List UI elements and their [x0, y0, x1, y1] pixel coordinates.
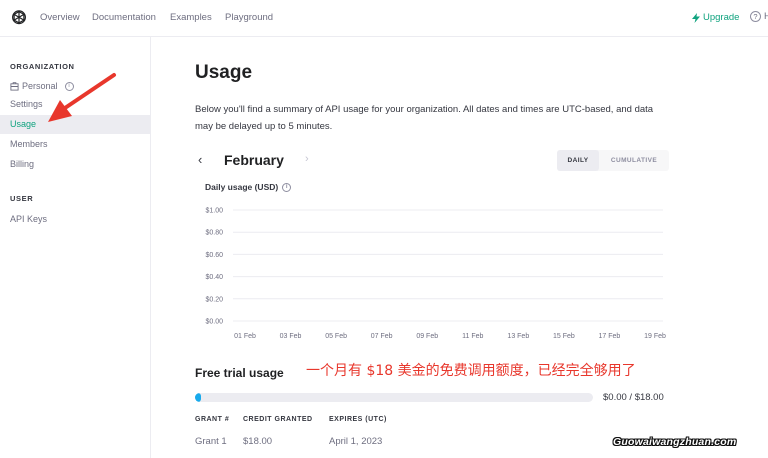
progress-amount: $0.00 / $18.00 — [603, 392, 664, 403]
y-tick-label: $0.20 — [205, 296, 223, 303]
x-tick-label: 17 Feb — [599, 333, 621, 340]
nav-playground-link[interactable]: Playground — [225, 12, 273, 23]
help-label: H — [764, 11, 768, 22]
x-tick-label: 11 Feb — [462, 333, 483, 340]
y-tick-label: $1.00 — [205, 208, 223, 215]
building-icon — [10, 82, 19, 91]
annotation-text: 一个月有 $18 美金的免费调用额度，已经完全够用了 — [306, 363, 636, 379]
view-toggle: DAILY CUMULATIVE — [557, 150, 669, 171]
sidebar-item-api-keys[interactable]: API Keys — [0, 210, 150, 229]
x-tick-label: 03 Feb — [280, 333, 302, 340]
x-tick-label: 01 Feb — [234, 333, 256, 340]
sidebar-item-billing[interactable]: Billing — [0, 155, 150, 174]
annotation-arrow-icon — [48, 73, 116, 122]
month-label: February — [224, 152, 284, 168]
credit-granted-header: CREDIT GRANTED — [243, 416, 313, 423]
nav-overview-link[interactable]: Overview — [40, 12, 80, 23]
chart-title-label: Daily usage (USD) — [205, 182, 279, 192]
y-tick-label: $0.80 — [205, 230, 223, 237]
page-description: Below you'll find a summary of API usage… — [195, 104, 654, 132]
expires-header: EXPIRES (UTC) — [329, 416, 387, 423]
x-tick-label: 19 Feb — [644, 333, 666, 340]
x-tick-label: 15 Feb — [553, 333, 575, 340]
daily-usage-chart: $1.00 $0.80 $0.60 $0.40 $0.20 $0.00 01 Feb 03 F… — [205, 208, 666, 341]
x-tick-label: 05 Feb — [325, 333, 347, 340]
x-tick-label: 09 Feb — [416, 333, 438, 340]
nav-documentation-link[interactable]: Documentation — [92, 12, 156, 23]
grant-number-cell: Grant 1 — [195, 436, 227, 447]
free-trial-title: Free trial usage — [195, 366, 284, 380]
lightning-icon — [692, 12, 700, 23]
info-icon[interactable]: i — [282, 182, 292, 192]
toggle-daily-button[interactable]: DAILY — [557, 150, 599, 171]
page-title: Usage — [195, 62, 253, 83]
chart-title: Daily usage (USD) i — [205, 182, 292, 192]
openai-logo-icon[interactable] — [10, 9, 28, 27]
expires-cell: April 1, 2023 — [329, 436, 383, 447]
x-tick-label: 13 Feb — [507, 333, 529, 340]
y-tick-label: $0.40 — [205, 274, 223, 281]
y-tick-label: $0.00 — [205, 319, 223, 326]
progress-fill — [195, 393, 201, 402]
grant-number-header: GRANT # — [195, 416, 230, 423]
watermark: Guowaiwangzhuan.com — [613, 436, 737, 448]
credit-granted-cell: $18.00 — [243, 436, 273, 447]
free-trial-progress-bar — [195, 393, 593, 402]
sidebar-item-members[interactable]: Members — [0, 135, 150, 154]
x-tick-label: 07 Feb — [371, 333, 393, 340]
help-button[interactable]: ? H — [750, 11, 768, 22]
upgrade-label: Upgrade — [703, 12, 740, 23]
y-tick-label: $0.60 — [205, 252, 223, 259]
nav-examples-link[interactable]: Examples — [170, 12, 212, 23]
user-heading: USER — [10, 194, 34, 203]
next-month-chevron-icon[interactable]: › — [305, 153, 309, 165]
upgrade-button[interactable]: Upgrade — [692, 12, 739, 23]
help-icon: ? — [750, 11, 761, 22]
prev-month-chevron-icon[interactable]: ‹ — [198, 152, 202, 167]
top-nav: Overview Documentation Examples Playgrou… — [0, 0, 768, 37]
toggle-cumulative-button[interactable]: CUMULATIVE — [599, 150, 669, 171]
